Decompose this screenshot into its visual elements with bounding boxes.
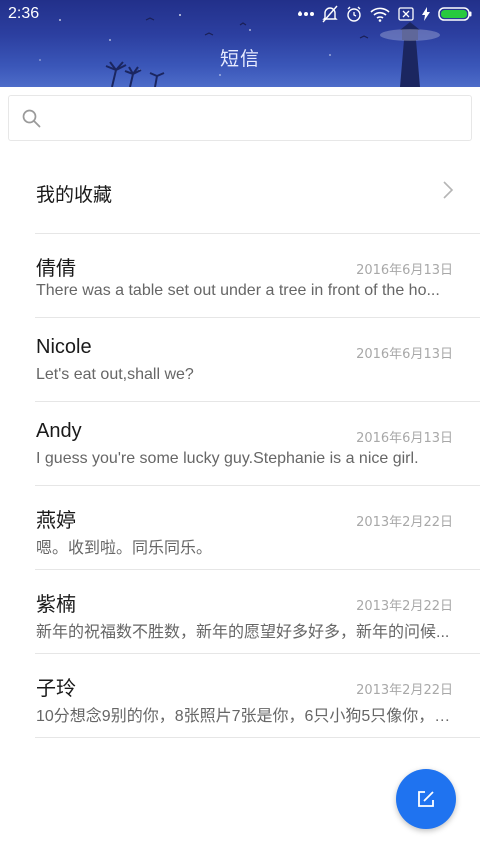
contact-name: 燕婷	[36, 510, 76, 532]
contact-name: 子玲	[36, 678, 76, 700]
message-preview: 10分想念9别的你，8张照片7张是你，6只小狗5只像你，4...	[36, 708, 456, 725]
battery-icon	[438, 7, 472, 21]
message-date: 2013年2月22日	[356, 599, 453, 614]
compose-button[interactable]	[396, 769, 456, 829]
message-preview: 新年的祝福数不胜数，新年的愿望好多好多，新年的问候...	[36, 624, 450, 641]
conversation-row[interactable]: 子玲 2013年2月22日 10分想念9别的你，8张照片7张是你，6只小狗5只像…	[0, 654, 480, 738]
message-date: 2016年6月13日	[356, 431, 453, 446]
header-banner: 2:36 短信	[0, 0, 480, 87]
contact-name: 倩倩	[36, 258, 76, 280]
no-sim-icon	[398, 7, 414, 21]
wifi-icon	[370, 7, 390, 22]
conversation-row[interactable]: 倩倩 2016年6月13日 There was a table set out …	[0, 234, 480, 318]
conversation-row[interactable]: Andy 2016年6月13日 I guess you're some luck…	[0, 402, 480, 486]
row-divider	[35, 737, 480, 738]
message-preview: There was a table set out under a tree i…	[36, 282, 440, 299]
status-icons	[298, 4, 472, 24]
message-date: 2013年2月22日	[356, 683, 453, 698]
conversation-row[interactable]: 燕婷 2013年2月22日 嗯。收到啦。同乐同乐。	[0, 486, 480, 570]
message-date: 2013年2月22日	[356, 515, 453, 530]
message-date: 2016年6月13日	[356, 347, 453, 362]
message-preview: I guess you're some lucky guy.Stephanie …	[36, 450, 419, 467]
more-dots-icon	[298, 12, 314, 16]
page-title: 短信	[219, 48, 260, 70]
contact-name: 紫楠	[36, 594, 76, 616]
charging-bolt-icon	[422, 7, 430, 21]
alarm-icon	[347, 6, 361, 22]
contact-name: Andy	[36, 420, 82, 442]
conversation-list: 倩倩 2016年6月13日 There was a table set out …	[0, 234, 480, 738]
contact-name: Nicole	[36, 336, 92, 358]
search-icon	[22, 109, 41, 128]
message-date: 2016年6月13日	[356, 263, 453, 278]
favorites-entry[interactable]: 我的收藏	[0, 148, 480, 234]
favorites-label: 我的收藏	[36, 184, 113, 206]
compose-icon	[418, 791, 434, 807]
mute-bell-icon	[322, 5, 338, 23]
chevron-right-icon	[443, 181, 454, 199]
conversation-row[interactable]: 紫楠 2013年2月22日 新年的祝福数不胜数，新年的愿望好多好多，新年的问候.…	[0, 570, 480, 654]
message-preview: Let's eat out,shall we?	[36, 366, 194, 383]
status-bar: 2:36	[0, 0, 480, 28]
status-time: 2:36	[8, 5, 40, 22]
conversation-row[interactable]: Nicole 2016年6月13日 Let's eat out,shall we…	[0, 318, 480, 402]
message-preview: 嗯。收到啦。同乐同乐。	[36, 540, 213, 557]
search-input[interactable]	[8, 95, 472, 141]
